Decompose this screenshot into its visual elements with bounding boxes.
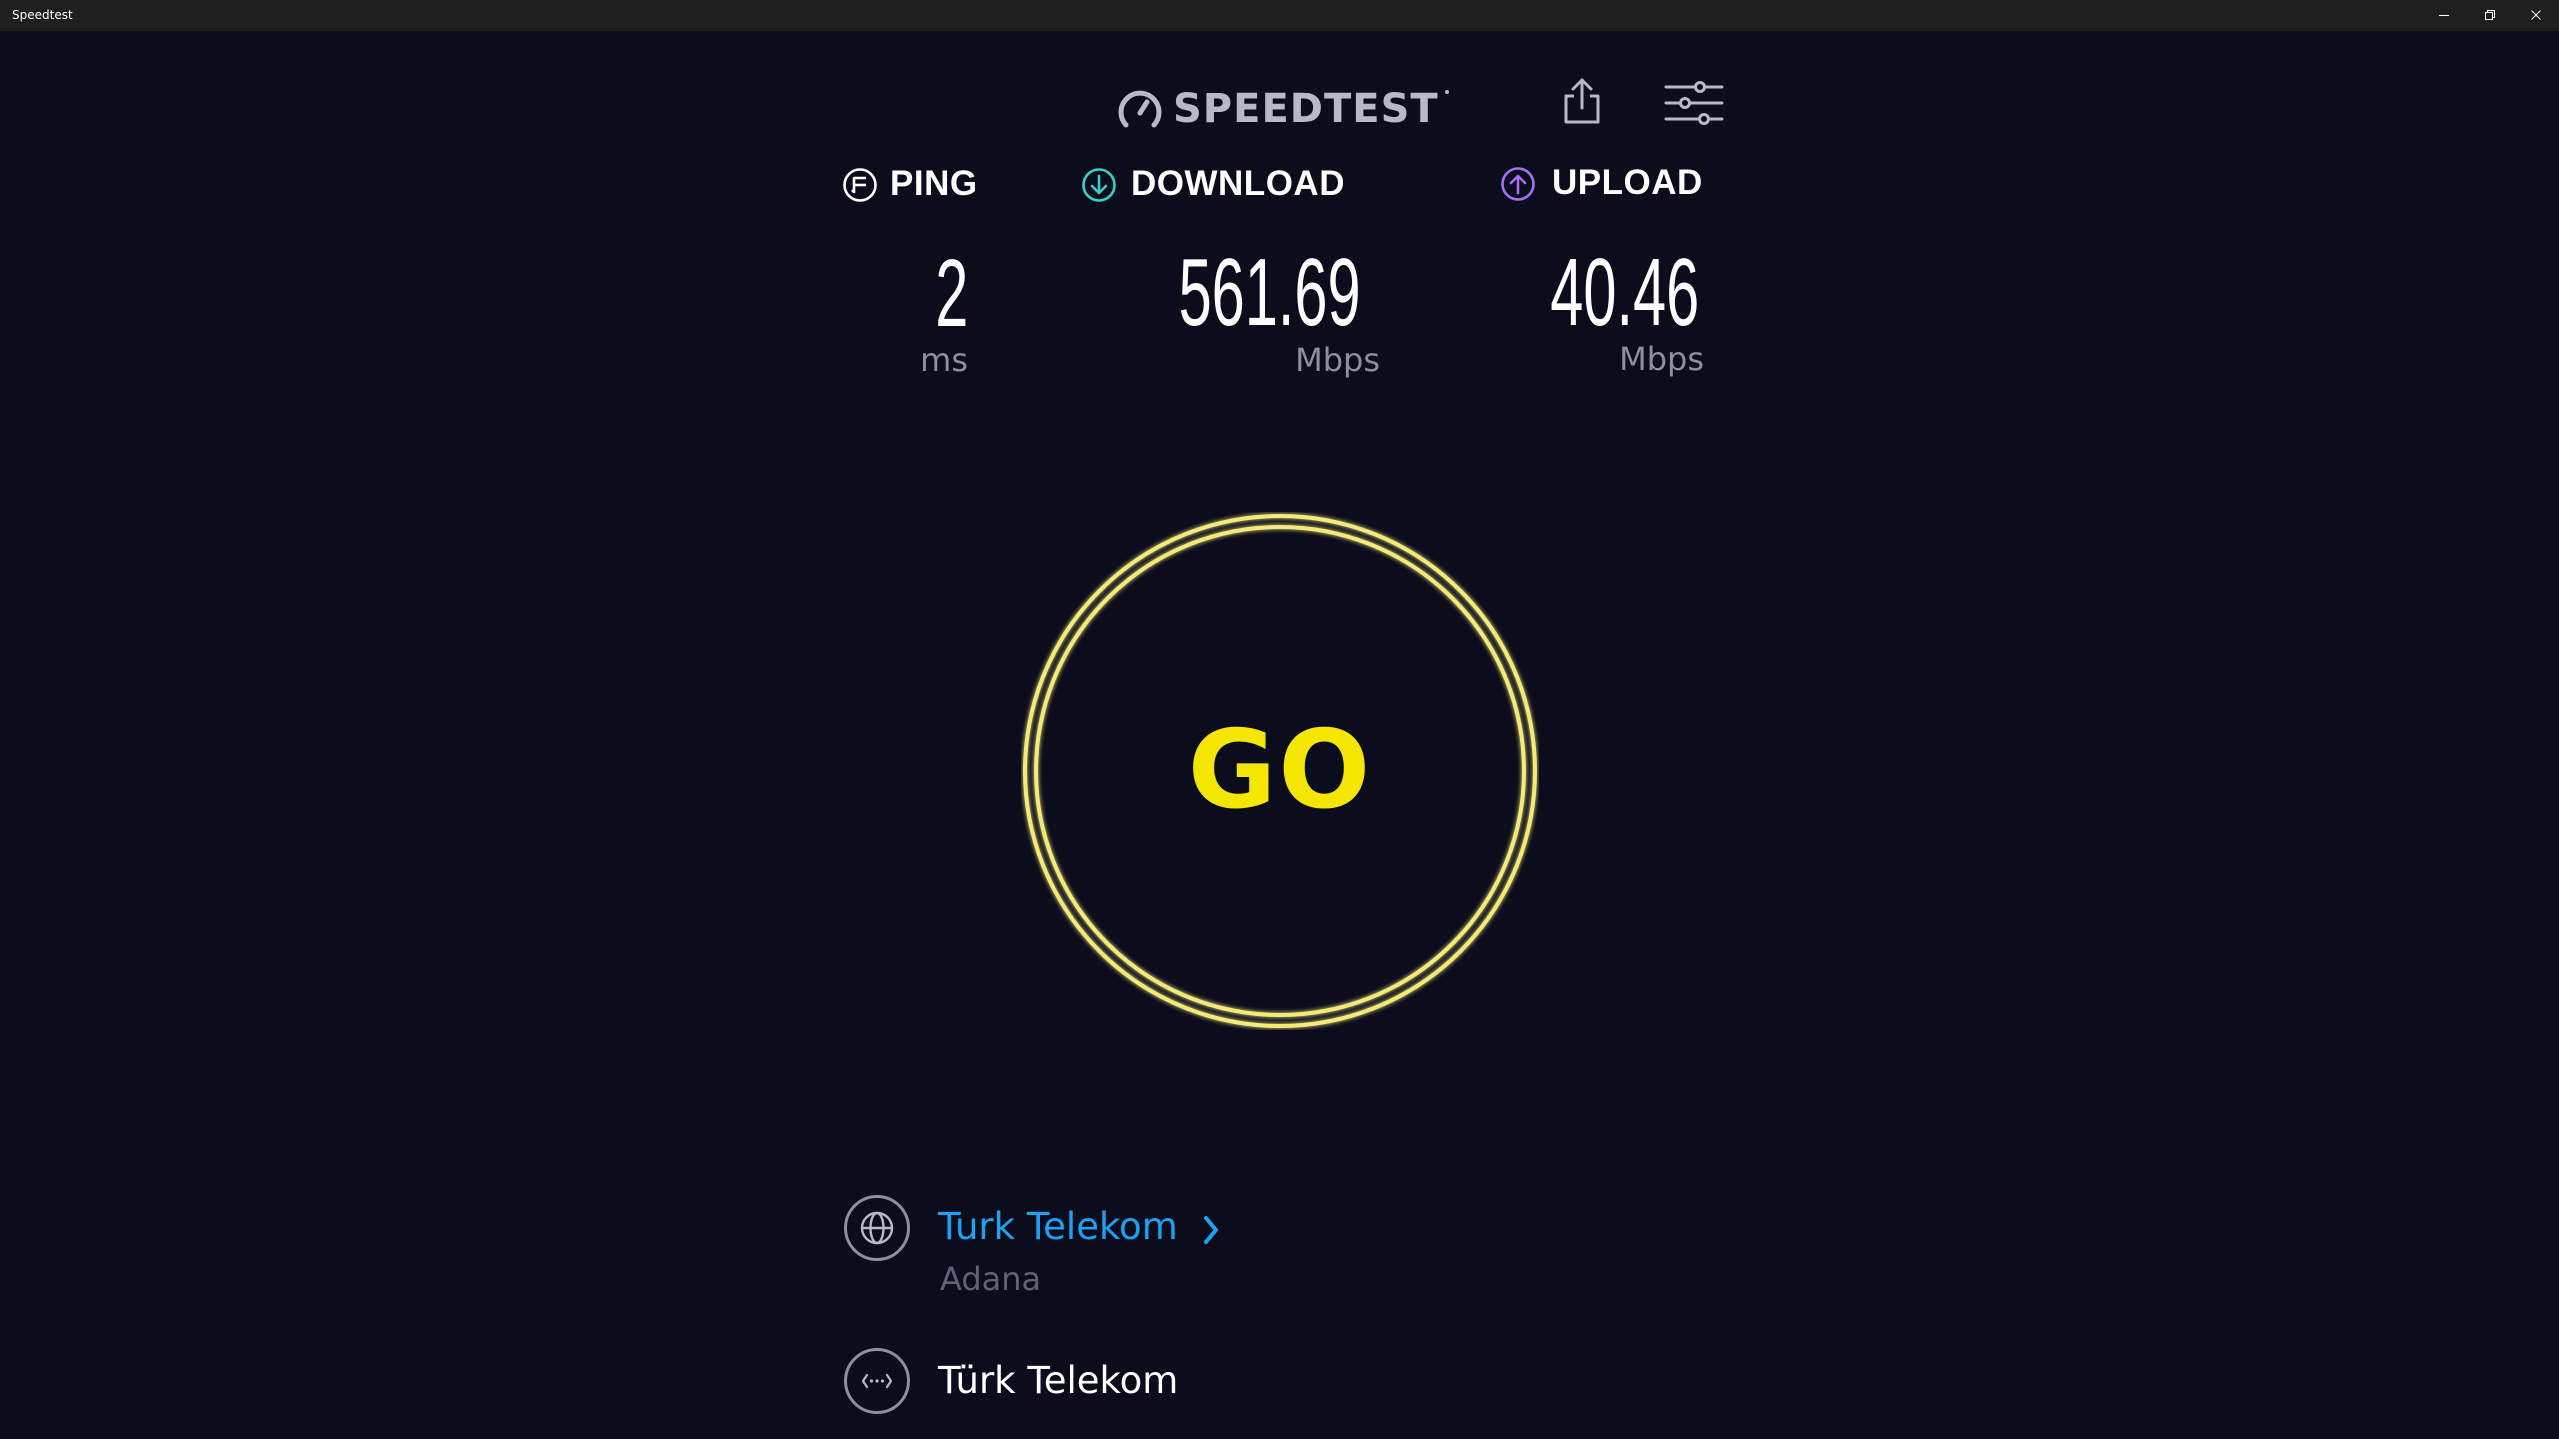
download-label: DOWNLOAD <box>1131 164 1345 203</box>
logo-wordmark: SPEEDTEST <box>1173 86 1439 132</box>
share-icon <box>1564 78 1600 124</box>
download-unit: Mbps <box>1295 341 1380 379</box>
restore-button[interactable] <box>2467 0 2513 31</box>
server-location: Adana <box>940 1260 1042 1298</box>
globe-icon <box>860 1211 894 1245</box>
go-button[interactable]: GO <box>1021 512 1539 1030</box>
speedometer-logo-icon <box>1118 90 1162 128</box>
close-icon <box>2531 10 2541 20</box>
ping-icon <box>843 168 877 202</box>
download-metric: DOWNLOAD 561.69 Mbps <box>1081 164 1380 384</box>
go-label: GO <box>1187 708 1373 833</box>
minimize-button[interactable] <box>2421 0 2467 31</box>
ping-metric: PING 2 ms <box>842 164 982 384</box>
isp-connection-badge <box>844 1348 910 1414</box>
upload-value: 40.46 <box>1550 239 1699 346</box>
connection-dots-icon <box>861 1373 893 1389</box>
share-button[interactable] <box>1560 76 1604 126</box>
settings-button[interactable] <box>1664 81 1724 127</box>
upload-unit: Mbps <box>1619 340 1704 378</box>
settings-sliders-icon <box>1664 81 1724 125</box>
ping-value: 2 <box>934 240 968 347</box>
window-title: Speedtest <box>12 8 73 22</box>
upload-arrow-icon <box>1501 167 1535 201</box>
window-titlebar: Speedtest <box>0 0 2559 31</box>
isp-name: Türk Telekom <box>938 1359 1179 1402</box>
chevron-right-icon[interactable] <box>1201 1215 1221 1245</box>
upload-metric: UPLOAD 40.46 Mbps <box>1500 163 1705 383</box>
upload-label: UPLOAD <box>1552 163 1703 202</box>
restore-icon <box>2485 10 2495 20</box>
ping-unit: ms <box>920 341 968 379</box>
trademark-mark <box>1445 90 1449 94</box>
download-arrow-icon <box>1082 168 1116 202</box>
server-globe-badge[interactable] <box>844 1195 910 1261</box>
ping-label: PING <box>890 164 978 203</box>
server-name-link[interactable]: Turk Telekom <box>938 1204 1178 1250</box>
close-button[interactable] <box>2513 0 2559 31</box>
minimize-icon <box>2439 15 2449 16</box>
app-content: SPEEDTEST PING 2 ms DOWNLOAD 561.69 Mbps… <box>0 31 2559 1439</box>
download-value: 561.69 <box>1178 239 1361 346</box>
